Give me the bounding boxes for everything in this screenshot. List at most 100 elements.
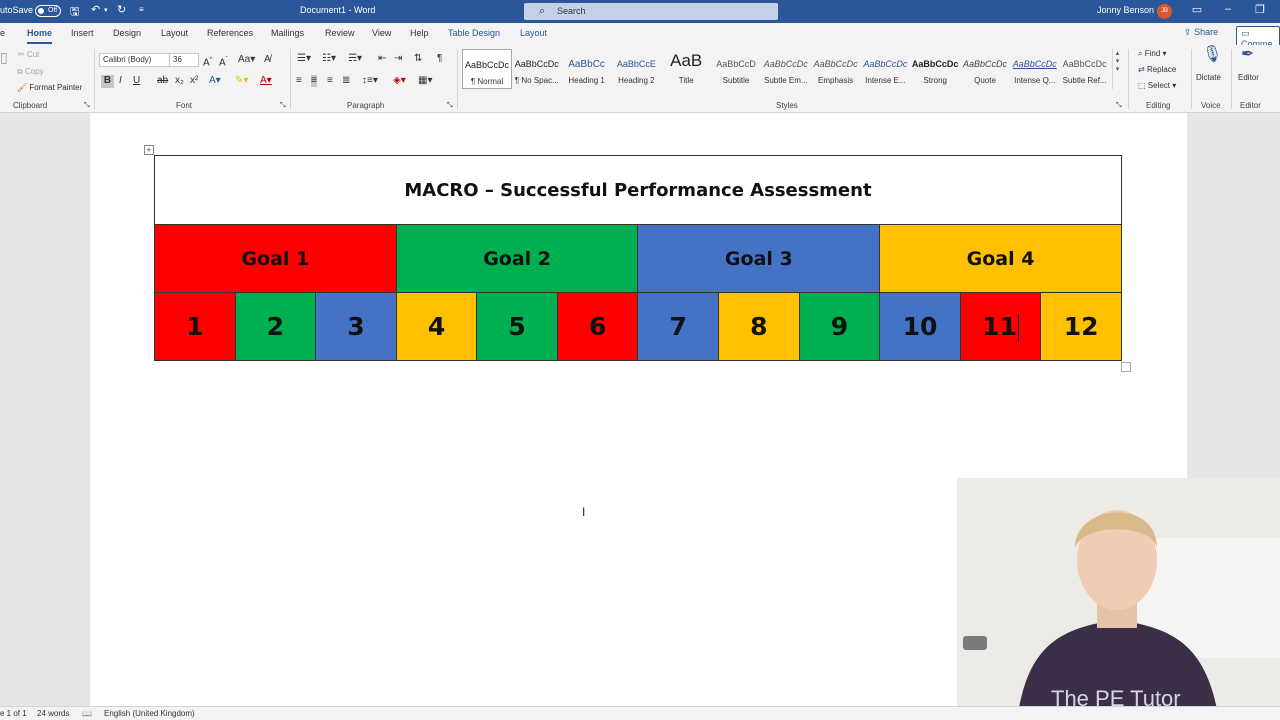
share-button[interactable]: ⇪ Share — [1184, 27, 1218, 38]
language-status[interactable]: English (United Kingdom) — [104, 709, 195, 718]
number-cell[interactable]: 7 — [637, 292, 720, 361]
numbering-icon[interactable]: ☷▾ — [322, 53, 336, 65]
bold-icon[interactable]: B — [101, 75, 114, 88]
number-cell[interactable]: 2 — [234, 292, 317, 361]
select-button[interactable]: ⬚ Select ▾ — [1138, 81, 1176, 90]
tab-review[interactable]: Review — [325, 28, 355, 38]
number-cell[interactable]: 11 — [959, 292, 1042, 361]
restore-icon[interactable]: ❐ — [1250, 3, 1270, 16]
number-cell[interactable]: 9 — [798, 292, 881, 361]
highlight-icon[interactable]: ✎▾ — [235, 75, 248, 87]
clipboard-launcher-icon[interactable]: ⤡ — [84, 100, 90, 112]
style-item[interactable]: AaBbCcD Subtitle — [711, 49, 761, 89]
assessment-table[interactable]: MACRO – Successful Performance Assessmen… — [154, 155, 1122, 361]
number-cell[interactable]: 10 — [879, 292, 961, 361]
paragraph-launcher-icon[interactable]: ⤡ — [447, 100, 453, 112]
number-cell[interactable]: 5 — [476, 292, 558, 361]
copy-button[interactable]: ⧉ Copy — [17, 67, 44, 77]
search-box[interactable]: ⌕ Search — [524, 3, 778, 20]
autosave-toggle[interactable]: Off — [35, 5, 61, 17]
strikethrough-icon[interactable]: ab — [157, 75, 168, 87]
goal-cell[interactable]: Goal 2 — [395, 224, 639, 293]
multilevel-list-icon[interactable]: ☴▾ — [348, 53, 362, 65]
change-case-icon[interactable]: Aa▾ — [238, 54, 255, 66]
dictate-button[interactable]: Dictate — [1196, 73, 1221, 82]
align-left-icon[interactable]: ≡ — [296, 75, 302, 87]
word-count[interactable]: 24 words — [37, 709, 69, 718]
style-item[interactable]: AaBbCcDc Emphasis — [811, 49, 861, 89]
style-item[interactable]: AaB Title — [661, 49, 711, 89]
style-item[interactable]: AaBbCc Heading 1 — [562, 49, 612, 89]
shading-icon[interactable]: ◈▾ — [393, 75, 406, 87]
avatar[interactable]: JB — [1157, 4, 1172, 19]
format-painter-button[interactable]: 🖌 Format Painter — [17, 83, 82, 92]
font-launcher-icon[interactable]: ⤡ — [280, 100, 286, 112]
clear-formatting-icon[interactable]: A̸ — [264, 54, 271, 66]
goal-cell[interactable]: Goal 3 — [637, 224, 881, 293]
table-title-cell[interactable]: MACRO – Successful Performance Assessmen… — [154, 155, 1122, 225]
borders-icon[interactable]: ▦▾ — [418, 75, 432, 87]
style-item[interactable]: AaBbCcDc Subtle Ref... — [1060, 49, 1110, 89]
undo-dropdown-icon[interactable]: ▾ — [104, 6, 108, 14]
align-right-icon[interactable]: ≡ — [327, 75, 333, 87]
table-resize-handle[interactable] — [1121, 362, 1131, 372]
number-cell[interactable]: 1 — [154, 292, 236, 361]
table-move-handle-icon[interactable]: + — [144, 145, 154, 155]
tab-table-design[interactable]: Table Design — [448, 28, 500, 38]
font-color-icon[interactable]: A▾ — [260, 75, 272, 87]
minimize-icon[interactable]: – — [1218, 3, 1238, 15]
align-center-icon[interactable]: ≡ — [311, 75, 317, 87]
user-name[interactable]: Jonny Benson — [1097, 5, 1154, 15]
find-button[interactable]: ⌕ Find ▾ — [1138, 49, 1167, 59]
tab-design[interactable]: Design — [113, 28, 141, 38]
tab-file[interactable]: e — [0, 28, 5, 38]
cut-button[interactable]: ✂ Cut — [18, 50, 39, 59]
font-size-combo[interactable]: 36 — [169, 53, 199, 67]
style-item[interactable]: AaBbCcDc Subtle Em... — [761, 49, 811, 89]
style-item[interactable]: AaBbCcDc Quote — [960, 49, 1010, 89]
paste-icon[interactable]: ▯ — [0, 50, 8, 64]
tab-view[interactable]: View — [372, 28, 391, 38]
number-cell[interactable]: 12 — [1040, 292, 1122, 361]
ribbon-display-icon[interactable]: ▭ — [1187, 3, 1207, 16]
subscript-icon[interactable]: x₂ — [175, 75, 184, 87]
replace-button[interactable]: ⇄ Replace — [1138, 65, 1176, 74]
shrink-font-icon[interactable]: Aˇ — [219, 54, 228, 69]
tab-insert[interactable]: Insert — [71, 28, 94, 38]
styles-launcher-icon[interactable]: ⤡ — [1116, 100, 1122, 112]
grow-font-icon[interactable]: A^ — [203, 54, 213, 69]
tab-mailings[interactable]: Mailings — [271, 28, 304, 38]
customize-qat-icon[interactable]: ≡ — [139, 5, 144, 14]
style-item[interactable]: AaBbCcDc ¶ No Spac... — [512, 49, 562, 89]
style-item[interactable]: AaBbCcE Heading 2 — [611, 49, 661, 89]
undo-icon[interactable]: ↶ — [91, 3, 100, 16]
tab-table-layout[interactable]: Layout — [520, 28, 547, 38]
tab-home[interactable]: Home — [27, 28, 53, 44]
line-spacing-icon[interactable]: ↕≡▾ — [362, 75, 378, 87]
underline-icon[interactable]: U — [133, 75, 140, 87]
editor-button[interactable]: Editor — [1238, 73, 1259, 82]
number-cell[interactable]: 8 — [718, 292, 800, 361]
microphone-icon[interactable]: 🎙 — [1202, 47, 1222, 63]
decrease-indent-icon[interactable]: ⇤ — [378, 53, 386, 65]
number-cell[interactable]: 6 — [556, 292, 639, 361]
goal-cell[interactable]: Goal 1 — [154, 224, 397, 293]
style-item[interactable]: AaBbCcDc Intense E... — [860, 49, 910, 89]
tab-help[interactable]: Help — [410, 28, 429, 38]
goal-cell[interactable]: Goal 4 — [879, 224, 1122, 293]
style-item[interactable]: AaBbCcDc Intense Q... — [1010, 49, 1060, 89]
increase-indent-icon[interactable]: ⇥ — [394, 53, 402, 65]
justify-icon[interactable]: ≣ — [342, 75, 350, 87]
bullets-icon[interactable]: ☰▾ — [297, 53, 311, 65]
tab-references[interactable]: References — [207, 28, 253, 38]
superscript-icon[interactable]: x² — [190, 75, 198, 87]
editor-pen-icon[interactable]: ✒ — [1241, 47, 1254, 63]
proofing-icon[interactable]: 📖 — [82, 709, 92, 718]
italic-icon[interactable]: I — [119, 75, 122, 87]
sort-icon[interactable]: ⇅ — [414, 53, 422, 65]
page-count[interactable]: e 1 of 1 — [0, 709, 27, 718]
redo-icon[interactable]: ↻ — [117, 3, 126, 16]
save-icon[interactable]: 🖫 — [70, 3, 79, 22]
style-item[interactable]: AaBbCcDc Strong — [910, 49, 960, 89]
number-cell[interactable]: 3 — [315, 292, 397, 361]
